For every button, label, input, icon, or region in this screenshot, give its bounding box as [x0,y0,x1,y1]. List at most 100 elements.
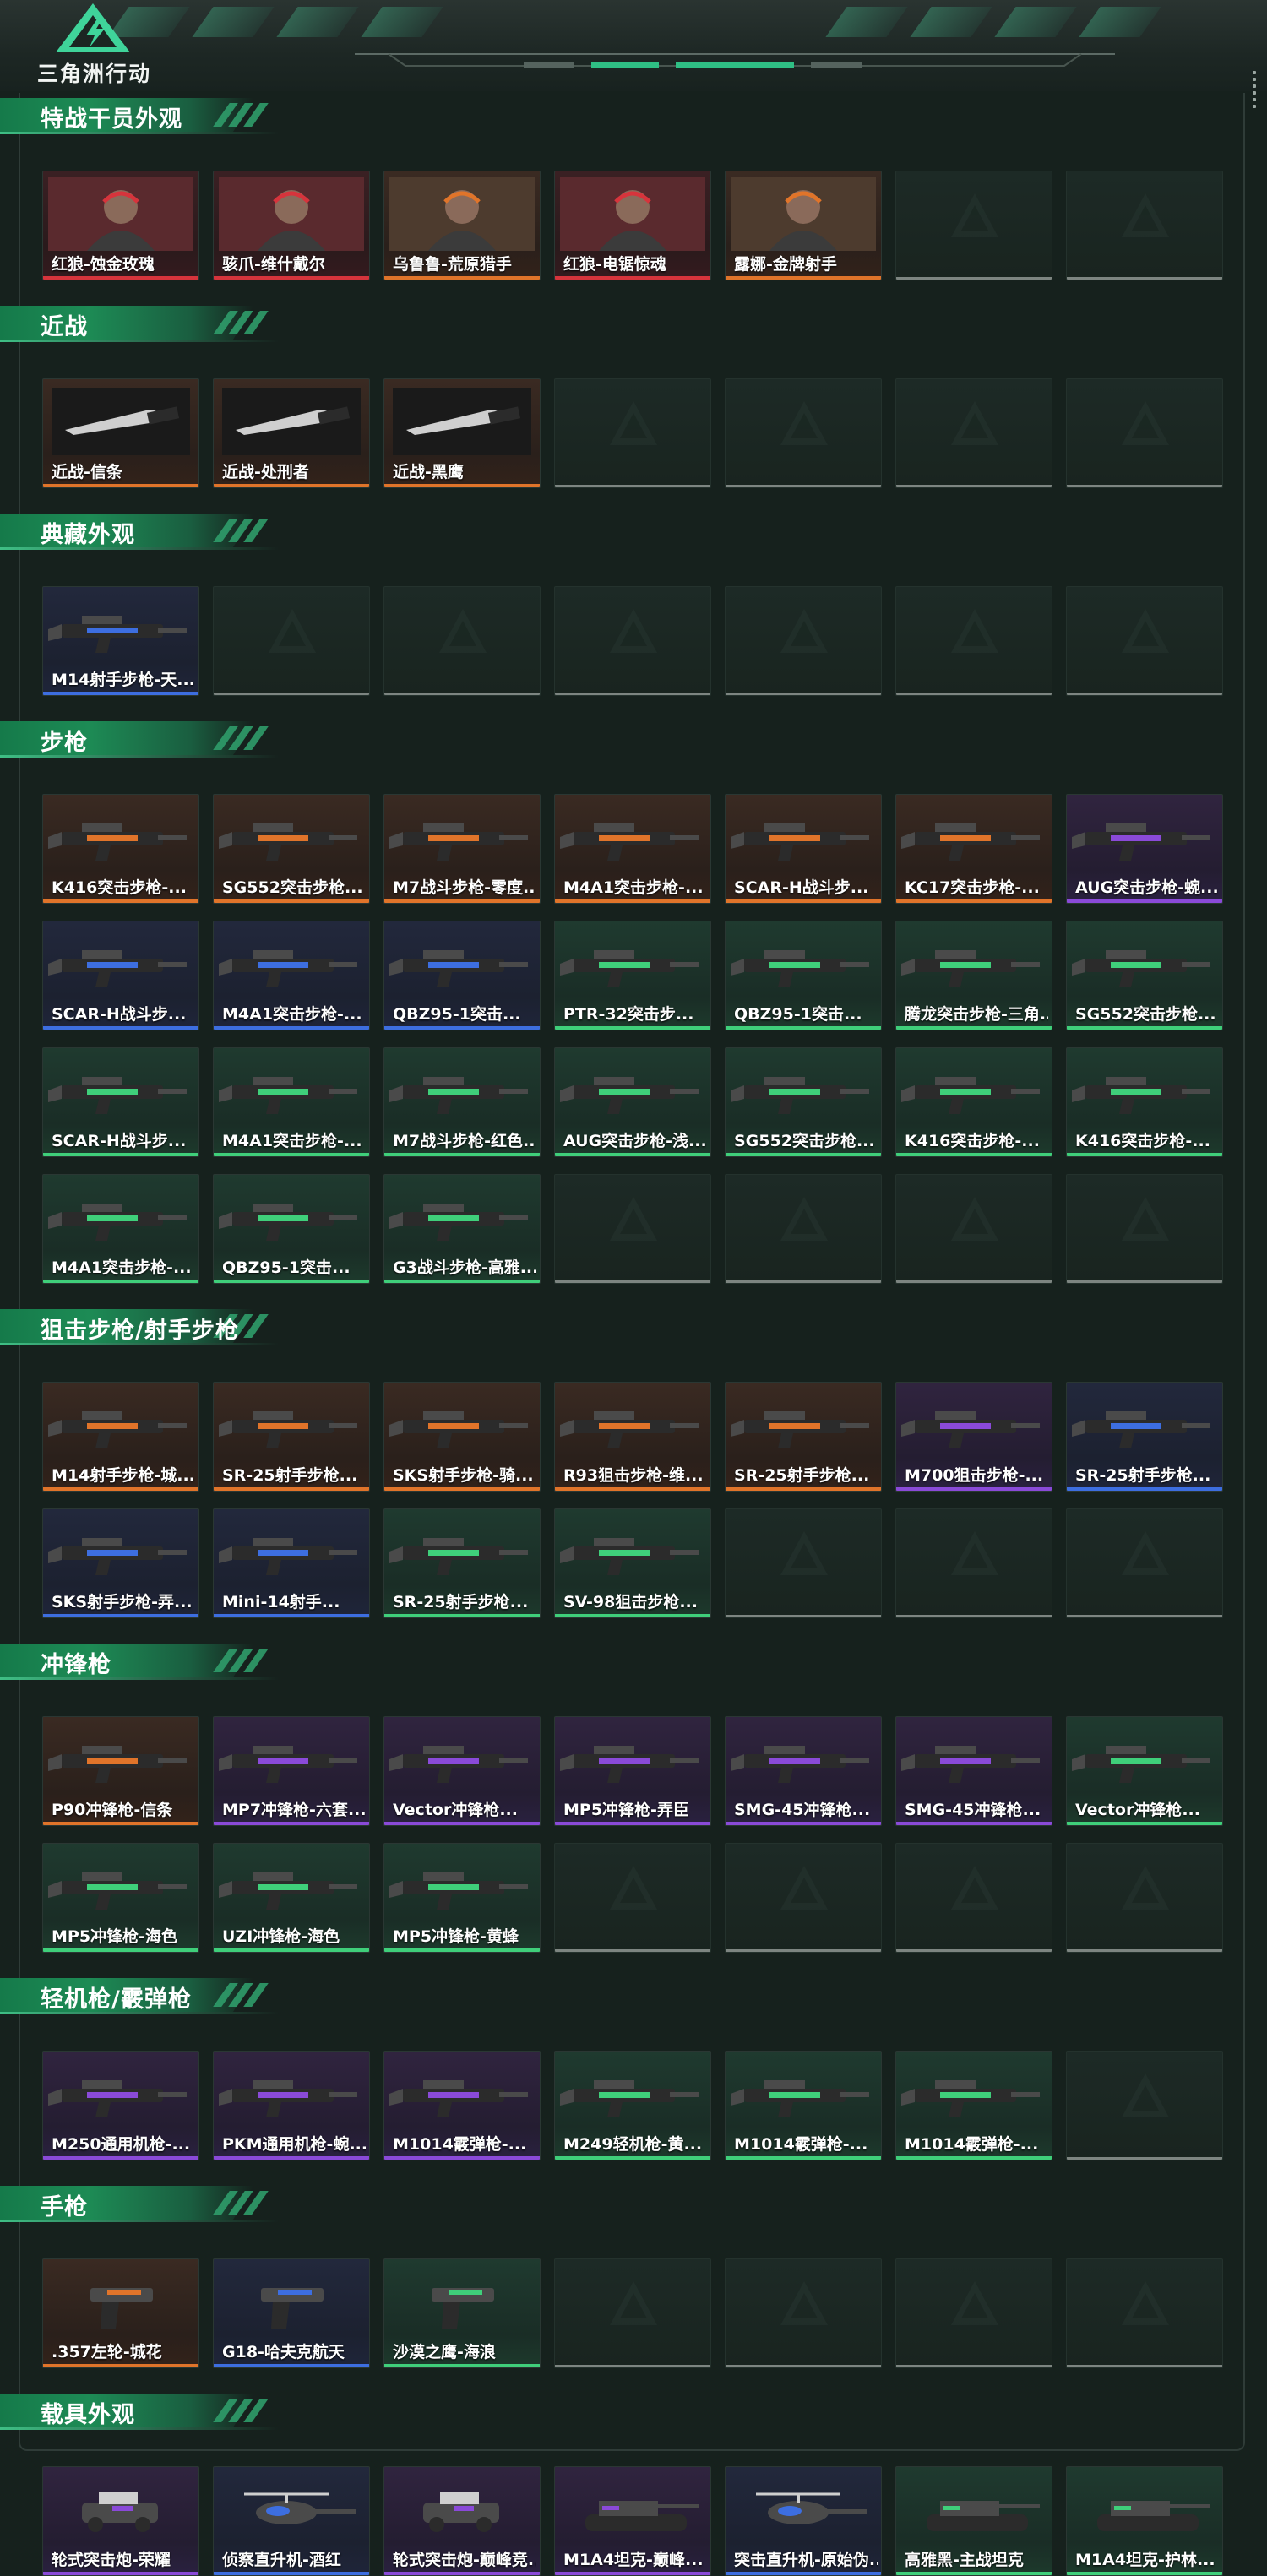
skin-card[interactable]: SR-25射手步枪... [1066,1382,1223,1492]
skin-card[interactable]: SR-25射手步枪... [213,1382,370,1492]
skin-card[interactable]: MP5冲锋枪-弄臣 [554,1716,711,1826]
skin-card[interactable]: Vector冲锋枪... [1066,1716,1223,1826]
skin-card[interactable]: PKM通用机枪-蜿... [213,2051,370,2160]
section-title: 载具外观 [41,2402,135,2428]
skin-card[interactable]: 近战-信条 [42,378,199,488]
skin-card[interactable]: SR-25射手步枪... [383,1508,541,1618]
skin-card[interactable]: 骇爪-维什戴尔 [213,171,370,280]
skin-card[interactable]: SG552突击步枪... [213,794,370,904]
skin-card[interactable]: Vector冲锋枪... [383,1716,541,1826]
skin-card[interactable]: MP5冲锋枪-海色 [42,1843,199,1953]
rarity-bar [384,276,540,280]
vehicle-icon [423,2492,499,2532]
skin-card[interactable]: AUG突击步枪-蜿... [1066,794,1223,904]
skin-card[interactable]: 红狼-电锯惊魂 [554,171,711,280]
skin-card[interactable]: .357左轮-城花 [42,2258,199,2368]
skin-card[interactable]: SG552突击步枪... [1066,921,1223,1030]
skin-card[interactable]: M4A1突击步枪-... [213,921,370,1030]
skin-card[interactable]: 露娜-金牌射手 [725,171,882,280]
skin-card[interactable]: M1014霰弹枪-... [725,2051,882,2160]
skin-card[interactable]: K416突击步枪-... [42,794,199,904]
skin-card[interactable]: M1014霰弹枪-... [895,2051,1052,2160]
skin-card[interactable]: MP7冲锋枪-六套... [213,1716,370,1826]
skin-card[interactable]: M4A1突击步枪-... [554,794,711,904]
rarity-bar [896,1615,1052,1617]
skin-card[interactable]: 腾龙突击步枪-三角... [895,921,1052,1030]
skin-card[interactable]: KC17突击步枪-... [895,794,1052,904]
skin-card[interactable]: 沙漠之鹰-海浪 [383,2258,541,2368]
sniper-icon [219,1538,357,1575]
skin-card[interactable]: G3战斗步枪-高雅... [383,1174,541,1284]
skin-card[interactable]: M14射手步枪-城... [42,1382,199,1492]
skin-card[interactable]: 高雅黑-主战坦克 [895,2466,1052,2576]
skin-card[interactable]: 突击直升机-原始伪... [725,2466,882,2576]
skin-card[interactable]: M1A4坦克-巅峰... [554,2466,711,2576]
skin-card[interactable]: SR-25射手步枪... [725,1382,882,1492]
skin-card[interactable]: SCAR-H战斗步... [42,1047,199,1157]
skin-card[interactable]: SMG-45冲锋枪... [895,1716,1052,1826]
skin-card[interactable]: SG552突击步枪... [725,1047,882,1157]
skin-card[interactable]: 轮式突击炮-荣耀 [42,2466,199,2576]
skin-card[interactable]: SV-98狙击步枪... [554,1508,711,1618]
skin-card[interactable]: P90冲锋枪-信条 [42,1716,199,1826]
skin-card-label: M14射手步枪-城... [52,1466,195,1485]
skin-card[interactable]: AUG突击步枪-浅... [554,1047,711,1157]
skin-card[interactable]: M700狙击步枪-... [895,1382,1052,1492]
rarity-bar [896,1026,1052,1030]
skin-card[interactable]: M7战斗步枪-红色... [383,1047,541,1157]
skin-card-label: M700狙击步枪-... [905,1466,1044,1485]
skin-card[interactable]: K416突击步枪-... [895,1047,1052,1157]
skin-card[interactable]: 乌鲁鲁-荒原猎手 [383,171,541,280]
skin-card[interactable]: K416突击步枪-... [1066,1047,1223,1157]
skin-card-label: SR-25射手步枪... [1075,1466,1211,1485]
skin-card[interactable]: 侦察直升机-酒红 [213,2466,370,2576]
rifle-icon [48,616,187,653]
skin-card[interactable]: G18-哈夫克航天 [213,2258,370,2368]
skin-card[interactable]: M1014霰弹枪-... [383,2051,541,2160]
rifle-icon [560,950,699,987]
skin-card[interactable]: SCAR-H战斗步... [725,794,882,904]
skin-card[interactable]: 红狼-蚀金玫瑰 [42,171,199,280]
skin-card[interactable]: 近战-处刑者 [213,378,370,488]
rarity-bar [726,276,881,280]
skin-card[interactable]: SKS射手步枪-骑... [383,1382,541,1492]
rarity-bar [43,276,198,280]
delta-placeholder-icon [269,609,316,653]
sniper-icon [389,1538,528,1575]
skin-card[interactable]: R93狙击步枪-维... [554,1382,711,1492]
top-banner: 三角洲行动 [0,0,1267,91]
rarity-bar [384,1280,540,1283]
skin-card[interactable]: M1A4坦克-护林... [1066,2466,1223,2576]
rarity-bar [1067,2365,1222,2367]
skin-card[interactable]: 近战-黑鹰 [383,378,541,488]
skin-card[interactable]: SCAR-H战斗步... [42,921,199,1030]
rarity-bar [43,1153,198,1156]
skin-card[interactable]: UZI冲锋枪-海色 [213,1843,370,1953]
rarity-bar [896,2572,1052,2575]
skin-card[interactable]: QBZ95-1突击... [213,1174,370,1284]
rarity-bar [214,1614,369,1617]
skin-card[interactable]: PTR-32突击步... [554,921,711,1030]
empty-slot [725,1174,882,1284]
skin-card[interactable]: Mini-14射手... [213,1508,370,1618]
skin-card[interactable]: M14射手步枪-天... [42,586,199,696]
skin-card-label: 骇爪-维什戴尔 [222,255,325,274]
skin-card[interactable]: M4A1突击步枪-... [213,1047,370,1157]
skin-card[interactable]: SKS射手步枪-弄... [42,1508,199,1618]
skin-card[interactable]: 轮式突击炮-巅峰竞... [383,2466,541,2576]
rifle-icon [731,823,869,861]
skin-card[interactable]: QBZ95-1突击... [725,921,882,1030]
skin-card[interactable]: QBZ95-1突击... [383,921,541,1030]
skin-card[interactable]: M7战斗步枪-零度... [383,794,541,904]
skin-card-label: SG552突击步枪... [222,878,363,897]
skin-card[interactable]: M250通用机枪-... [42,2051,199,2160]
skin-card[interactable]: SMG-45冲锋枪... [725,1716,882,1826]
skin-card[interactable]: M249轻机枪-黄... [554,2051,711,2160]
skin-card[interactable]: MP5冲锋枪-黄蜂 [383,1843,541,1953]
empty-slot [725,2258,882,2368]
scrollbar[interactable] [1252,71,1257,152]
empty-slot [725,586,882,696]
section-header-bar [0,2186,253,2220]
skin-card-label: KC17突击步枪-... [905,878,1040,897]
skin-card[interactable]: M4A1突击步枪-... [42,1174,199,1284]
